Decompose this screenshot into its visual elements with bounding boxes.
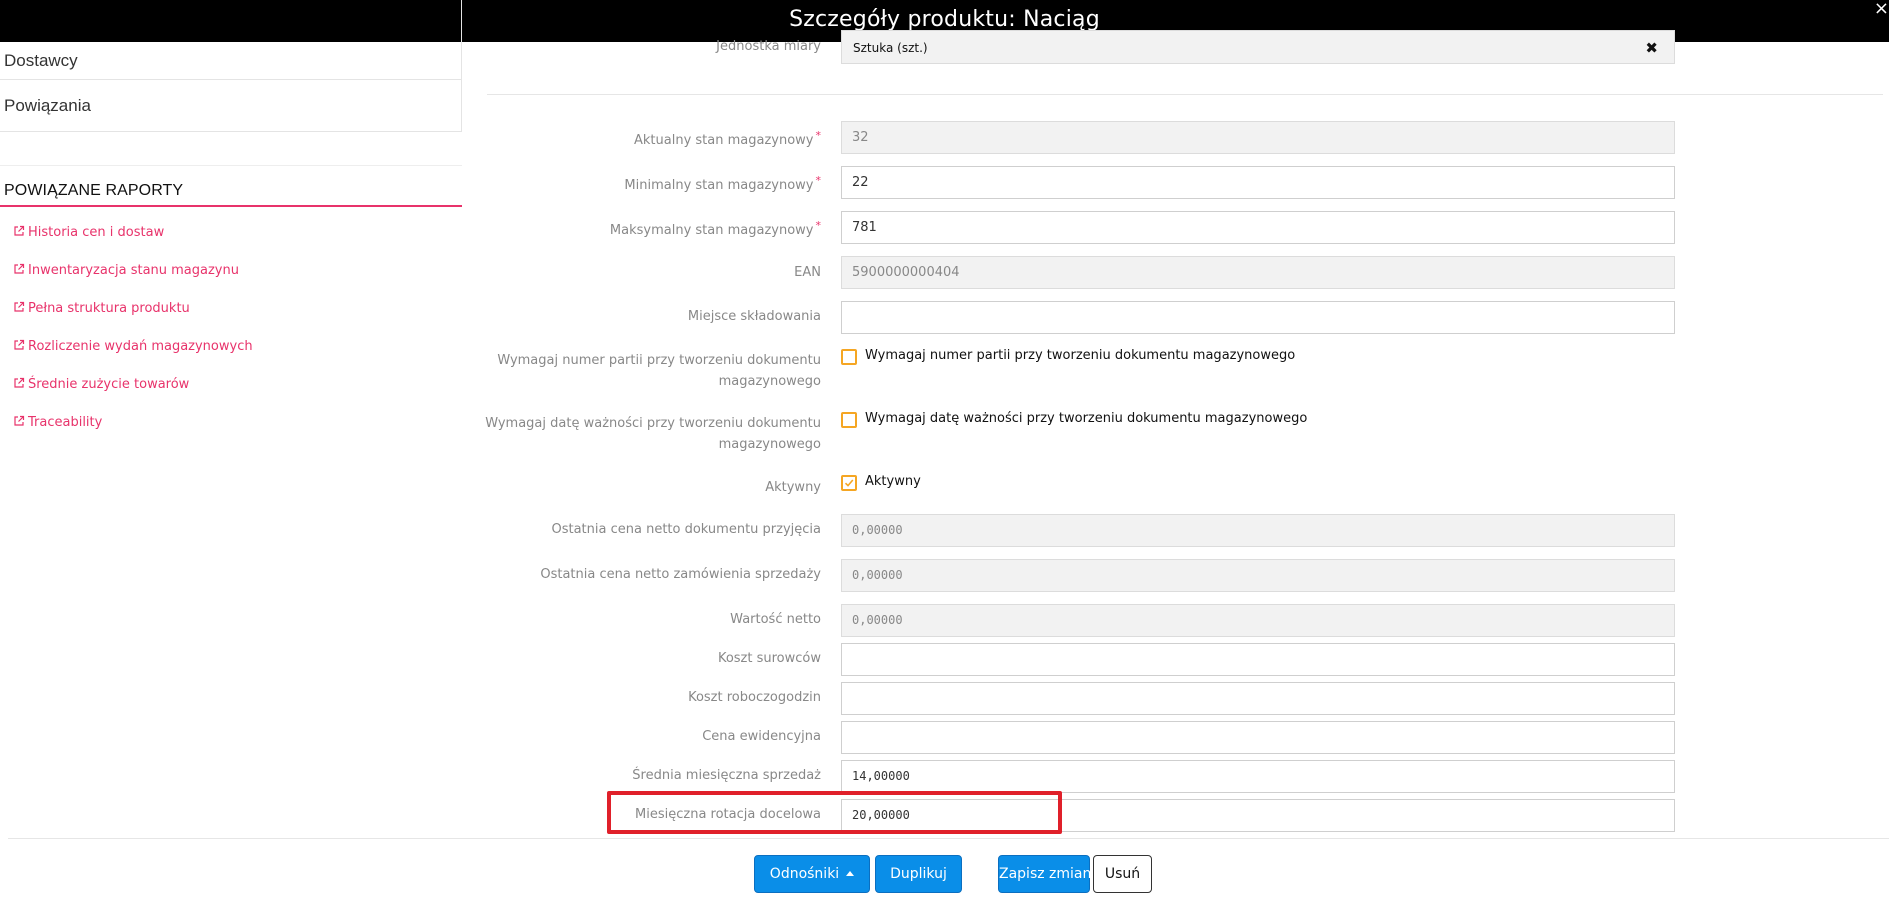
storage-location-label: Miejsce składowania <box>687 309 821 324</box>
material-cost-field[interactable] <box>841 643 1675 676</box>
form-divider <box>487 94 1883 95</box>
current-stock-field: 32 <box>841 121 1675 154</box>
max-stock-field[interactable]: 781 <box>841 211 1675 244</box>
require-batch-checkbox-label: Wymagaj numer partii przy tworzeniu doku… <box>865 348 1296 363</box>
book-price-label: Cena ewidencyjna <box>702 729 821 744</box>
required-marker: * <box>815 219 822 232</box>
product-form: Jednostka miary Sztuka (szt.) ✖ Aktualny… <box>0 0 1889 898</box>
require-batch-label: Wymagaj numer partii przy tworzeniu doku… <box>497 353 821 389</box>
last-receipt-price-field: 0,00000 <box>841 514 1675 547</box>
product-details-page: Szczegóły produktu: Naciąg × Dostawcy Po… <box>0 0 1889 898</box>
max-stock-label: Maksymalny stan magazynowy * <box>609 219 822 238</box>
min-stock-label: Minimalny stan magazynowy * <box>624 174 821 193</box>
active-checkbox-label: Aktywny <box>865 474 921 489</box>
net-value-label: Wartość netto <box>730 612 821 627</box>
last-receipt-price-label: Ostatnia cena netto dokumentu przyjęcia <box>551 522 821 537</box>
last-order-price-field: 0,00000 <box>841 559 1675 592</box>
ean-field: 5900000000404 <box>841 256 1675 289</box>
clear-icon[interactable]: ✖ <box>1645 31 1658 65</box>
material-cost-label: Koszt surowców <box>717 651 821 666</box>
require-expiry-checkbox[interactable] <box>841 412 857 428</box>
delete-button[interactable]: Usuń <box>1093 855 1152 893</box>
active-label: Aktywny <box>765 480 821 495</box>
require-expiry-checkbox-label: Wymagaj datę ważności przy tworzeniu dok… <box>865 411 1308 426</box>
checkmark-icon <box>844 479 854 487</box>
duplicate-button[interactable]: Duplikuj <box>875 855 962 893</box>
net-value-field: 0,00000 <box>841 604 1675 637</box>
links-dropdown-button[interactable]: Odnośniki <box>754 855 870 893</box>
labor-cost-label: Koszt roboczogodzin <box>688 690 821 705</box>
avg-monthly-sales-label: Średnia miesięczna sprzedaż <box>632 768 821 783</box>
ean-label: EAN <box>794 265 821 280</box>
highlight-box <box>607 791 1062 834</box>
required-marker: * <box>815 174 822 187</box>
save-button[interactable]: Zapisz zmiany <box>998 855 1100 893</box>
avg-monthly-sales-field[interactable]: 14,00000 <box>841 760 1675 793</box>
unit-value: Sztuka (szt.) <box>853 41 928 55</box>
require-expiry-label: Wymagaj datę ważności przy tworzeniu dok… <box>485 416 821 452</box>
unit-select[interactable]: Sztuka (szt.) ✖ <box>841 30 1675 64</box>
caret-up-icon <box>846 871 855 876</box>
required-marker: * <box>815 129 822 142</box>
unit-label: Jednostka miary <box>716 39 821 54</box>
require-batch-checkbox[interactable] <box>841 349 857 365</box>
last-order-price-label: Ostatnia cena netto zamówienia sprzedaży <box>540 567 821 582</box>
labor-cost-field[interactable] <box>841 682 1675 715</box>
active-checkbox[interactable] <box>841 475 857 491</box>
book-price-field[interactable] <box>841 721 1675 754</box>
storage-location-field[interactable] <box>841 301 1675 334</box>
min-stock-field[interactable]: 22 <box>841 166 1675 199</box>
links-button-label: Odnośniki <box>769 866 840 882</box>
current-stock-label: Aktualny stan magazynowy * <box>634 129 821 148</box>
